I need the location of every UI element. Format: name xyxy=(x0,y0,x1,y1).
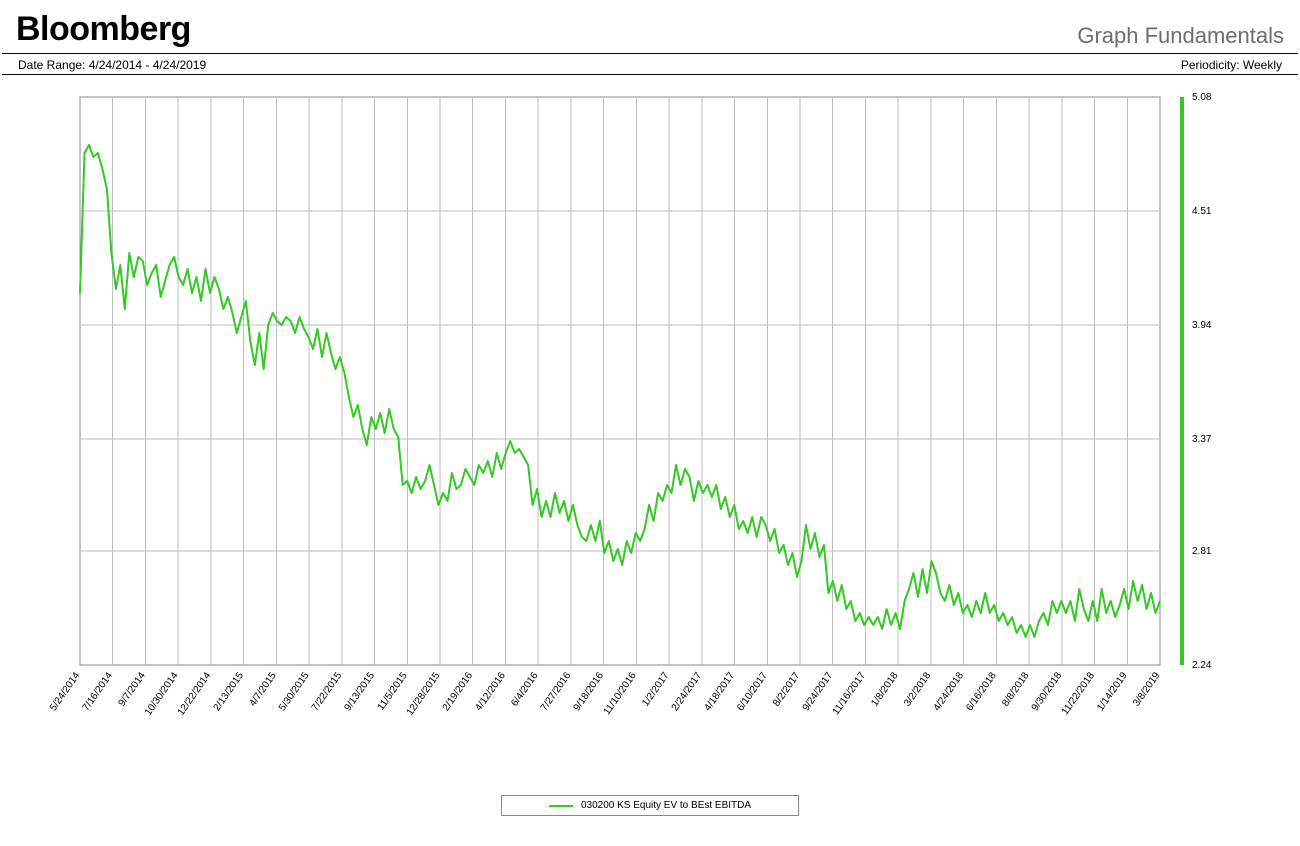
svg-text:9/30/2018: 9/30/2018 xyxy=(1030,670,1065,713)
svg-text:11/16/2017: 11/16/2017 xyxy=(831,670,869,717)
chart-svg: 2.24 2.81 3.37 3.94 4.51 5.08 5/24/20147/16/20… xyxy=(10,85,1290,765)
svg-text:4/12/2016: 4/12/2016 xyxy=(473,670,508,713)
svg-text:6/10/2017: 6/10/2017 xyxy=(735,670,770,713)
svg-text:9/7/2014: 9/7/2014 xyxy=(117,670,149,709)
svg-text:4/18/2017: 4/18/2017 xyxy=(702,670,737,713)
svg-text:1/14/2019: 1/14/2019 xyxy=(1095,670,1130,713)
svg-text:9/18/2016: 9/18/2016 xyxy=(572,670,607,713)
svg-text:1/8/2018: 1/8/2018 xyxy=(869,670,901,709)
svg-text:3.94: 3.94 xyxy=(1192,320,1212,331)
periodicity-label: Periodicity: Weekly xyxy=(1181,58,1282,72)
svg-text:3.37: 3.37 xyxy=(1192,434,1212,445)
svg-text:2.81: 2.81 xyxy=(1192,546,1212,557)
svg-text:9/13/2015: 9/13/2015 xyxy=(342,670,377,713)
svg-text:2/13/2015: 2/13/2015 xyxy=(212,670,247,713)
chart-container: 2.24 2.81 3.37 3.94 4.51 5.08 5/24/20147/16/20… xyxy=(10,85,1290,765)
chart-legend: 030200 KS Equity EV to BEst EBITDA xyxy=(501,795,799,816)
page-subtitle: Graph Fundamentals xyxy=(1077,23,1284,49)
svg-text:2/24/2017: 2/24/2017 xyxy=(670,670,705,713)
svg-text:12/22/2014: 12/22/2014 xyxy=(176,670,214,718)
svg-text:9/24/2017: 9/24/2017 xyxy=(801,670,836,713)
svg-text:7/27/2016: 7/27/2016 xyxy=(539,670,574,713)
svg-text:2.24: 2.24 xyxy=(1192,660,1212,671)
svg-text:11/5/2015: 11/5/2015 xyxy=(376,670,410,713)
svg-text:3/8/2019: 3/8/2019 xyxy=(1131,670,1163,709)
svg-text:6/16/2018: 6/16/2018 xyxy=(964,670,999,713)
legend-swatch xyxy=(549,805,573,807)
svg-text:5.08: 5.08 xyxy=(1192,92,1212,103)
svg-text:2/19/2016: 2/19/2016 xyxy=(441,670,476,713)
svg-text:11/22/2018: 11/22/2018 xyxy=(1060,670,1098,717)
svg-text:7/16/2014: 7/16/2014 xyxy=(81,670,116,713)
date-range-label: Date Range: 4/24/2014 - 4/24/2019 xyxy=(18,58,206,72)
logo: Bloomberg xyxy=(16,10,191,49)
legend-series-label: 030200 KS Equity EV to BEst EBITDA xyxy=(581,800,751,811)
svg-text:7/22/2015: 7/22/2015 xyxy=(310,670,345,713)
svg-text:5/24/2014: 5/24/2014 xyxy=(48,670,83,713)
svg-text:1/2/2017: 1/2/2017 xyxy=(640,670,672,709)
svg-text:3/2/2018: 3/2/2018 xyxy=(902,670,934,709)
svg-text:12/28/2015: 12/28/2015 xyxy=(405,670,443,718)
svg-text:8/8/2018: 8/8/2018 xyxy=(1000,670,1032,709)
meta-row: Date Range: 4/24/2014 - 4/24/2019 Period… xyxy=(2,53,1298,75)
svg-text:4.51: 4.51 xyxy=(1192,206,1212,217)
svg-text:11/10/2016: 11/10/2016 xyxy=(602,670,640,717)
svg-text:6/4/2016: 6/4/2016 xyxy=(509,670,541,709)
svg-text:4/7/2015: 4/7/2015 xyxy=(247,670,279,709)
svg-text:8/2/2017: 8/2/2017 xyxy=(771,670,803,709)
svg-text:5/30/2015: 5/30/2015 xyxy=(277,670,312,713)
svg-text:4/24/2018: 4/24/2018 xyxy=(932,670,967,713)
